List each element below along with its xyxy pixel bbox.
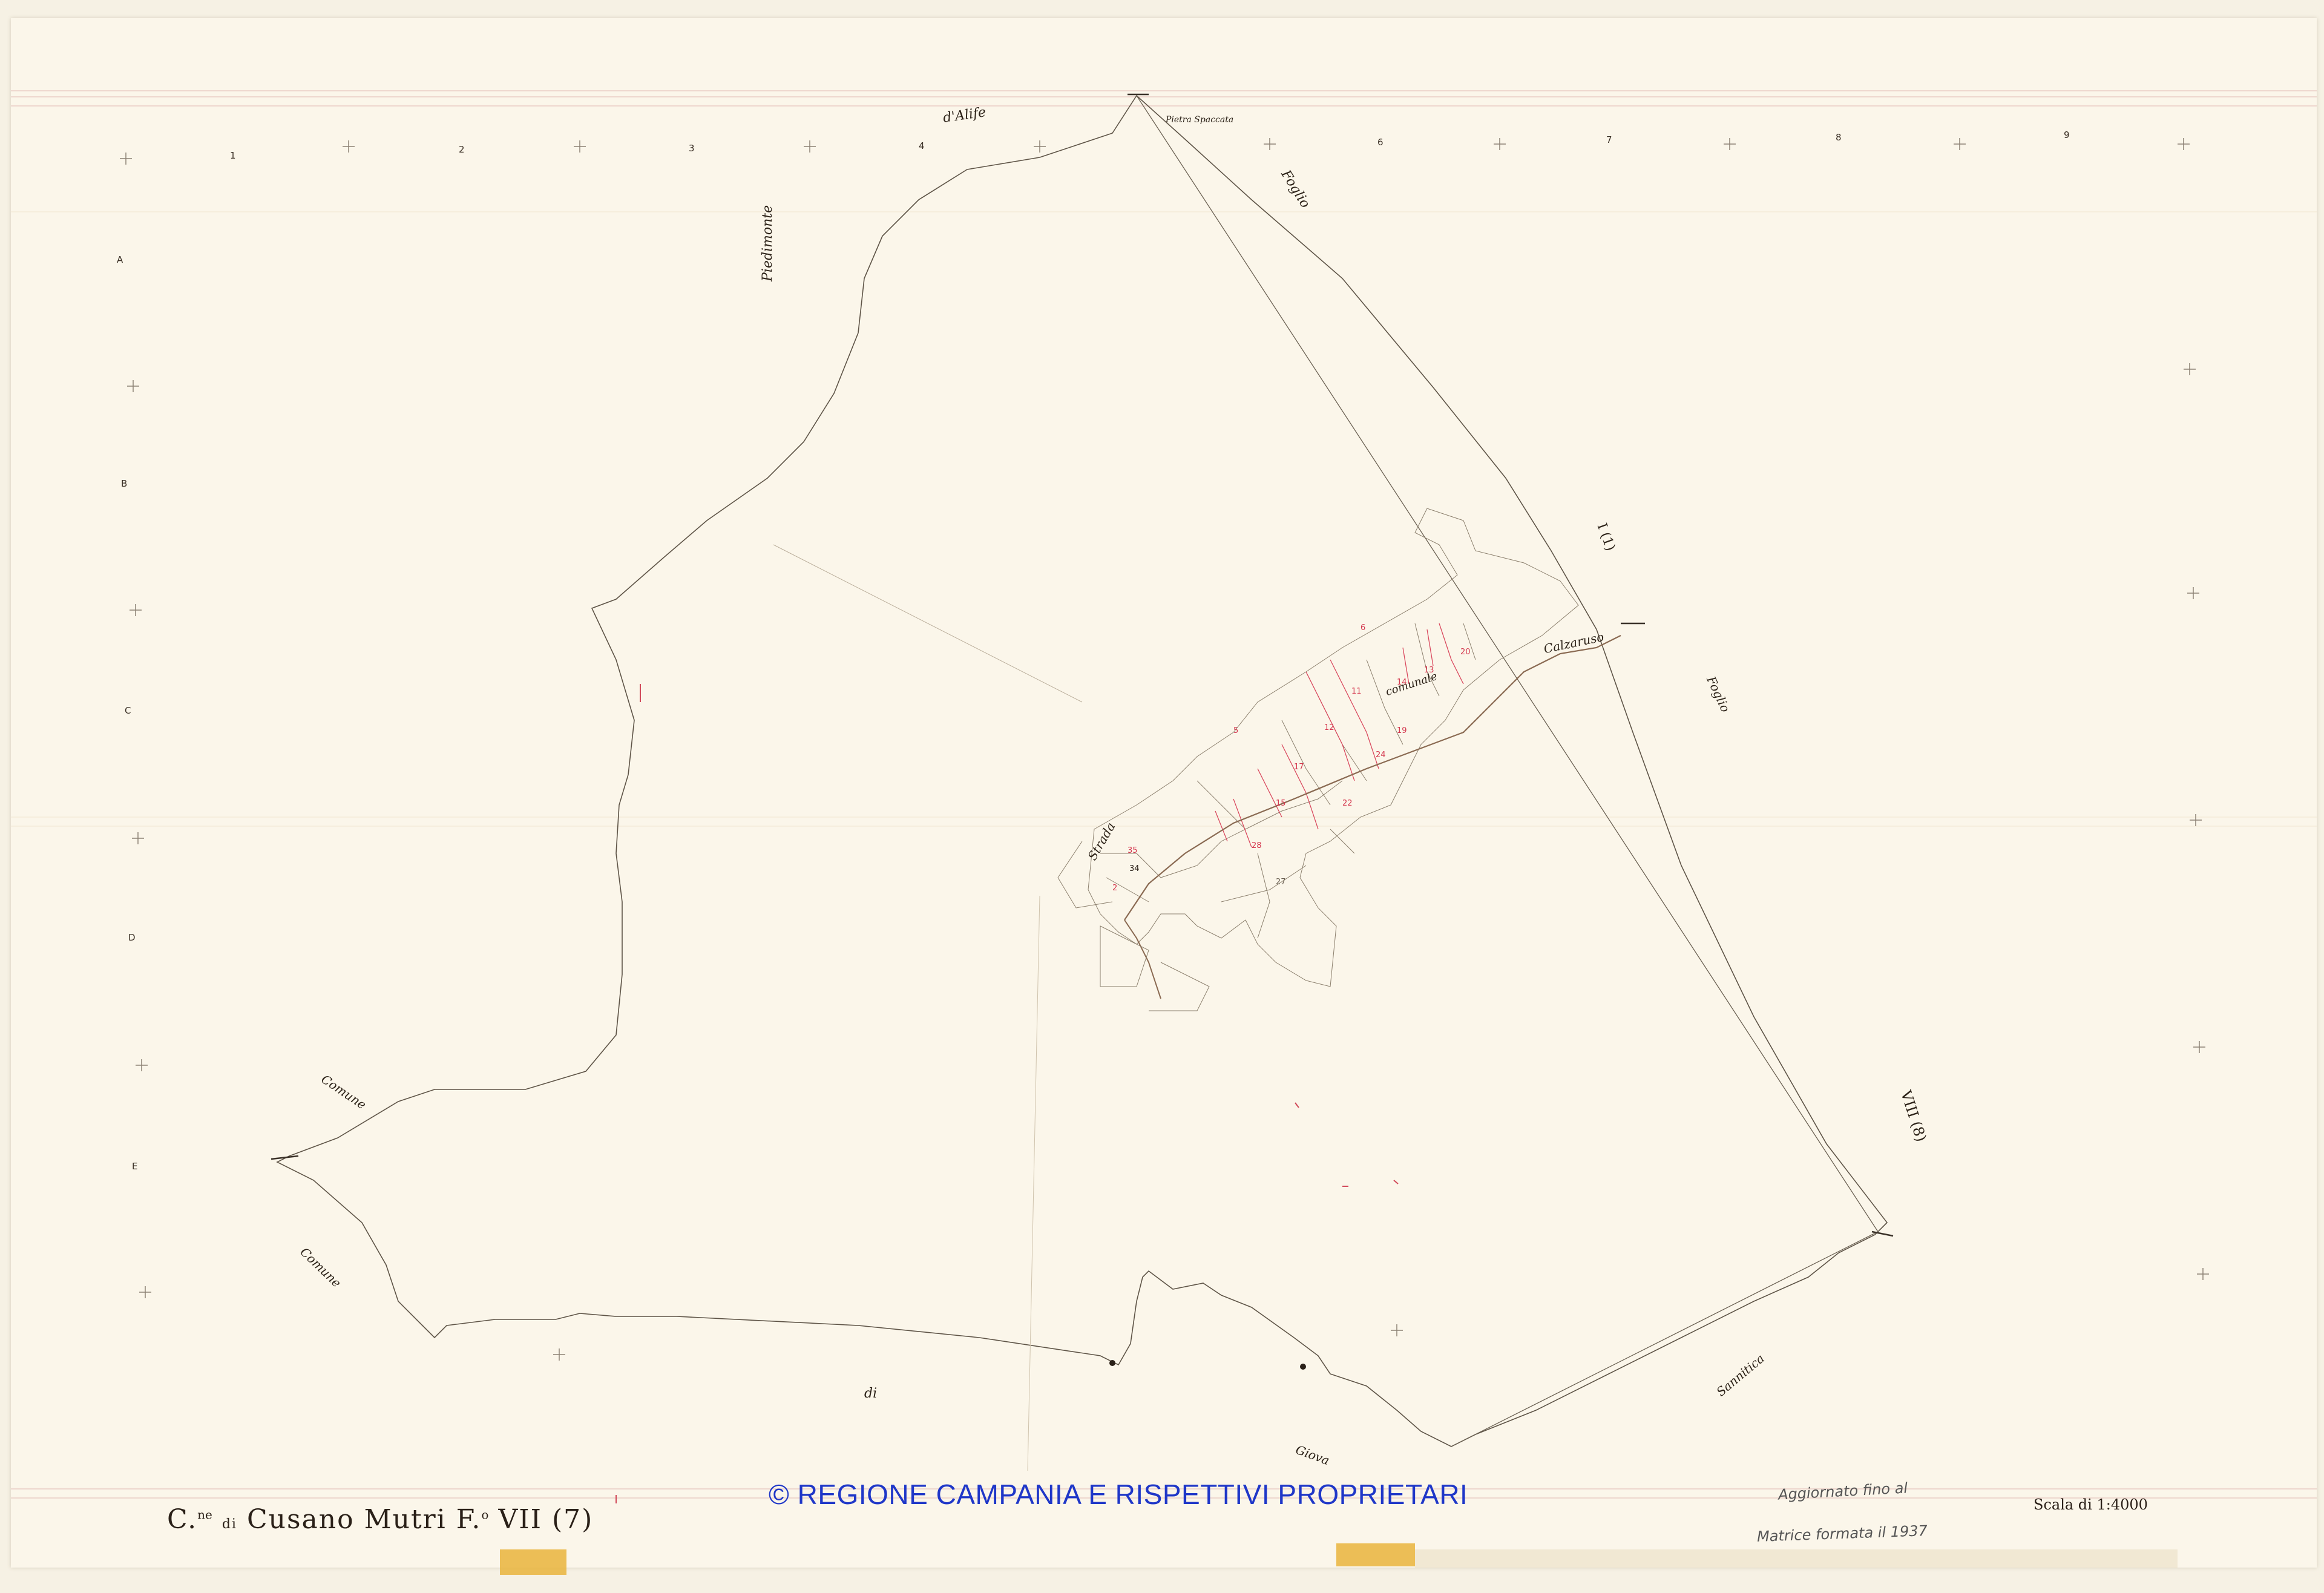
grid-row-e: E (132, 1161, 138, 1172)
grid-row-c: C (125, 705, 131, 716)
copyright-notice: © REGIONE CAMPANIA E RISPETTIVI PROPRIET… (769, 1479, 1468, 1510)
parcel-34: 34 (1129, 864, 1140, 873)
comunale-road (1124, 635, 1621, 921)
tape-strip (500, 1549, 566, 1575)
label-di: di (864, 1386, 878, 1401)
parcel-17: 17 (1294, 763, 1304, 772)
grid-col-8: 8 (1836, 132, 1842, 143)
scale-note: Scala di 1:4000 (2034, 1496, 2148, 1513)
title-prefix: C. (167, 1504, 198, 1535)
label-pietra-spaccata: Pietra Spaccata (1166, 115, 1234, 125)
tape-strip (1336, 1543, 1415, 1566)
parcel-14: 14 (1397, 678, 1407, 687)
grid-col-7: 7 (1606, 134, 1612, 145)
grid-col-1: 1 (230, 150, 236, 161)
parcel-24: 24 (1376, 751, 1386, 760)
grid-row-b: B (121, 478, 128, 489)
sheet-title: C.ne di Cusano Mutri F.o VII (7) (167, 1504, 593, 1535)
parcel-22: 22 (1342, 799, 1353, 808)
grid-col-3: 3 (689, 143, 695, 154)
cadastral-map-sheet: 1 2 3 4 6 7 8 9 A B C D E d'Alife Pietra… (11, 18, 2317, 1575)
parcel-27: 27 (1276, 878, 1286, 887)
grid-row-a: A (117, 254, 123, 265)
municipal-boundary (276, 94, 1888, 1447)
grid-col-2: 2 (459, 144, 465, 155)
parcel-12: 12 (1324, 723, 1334, 732)
parcel-20: 20 (1460, 648, 1471, 657)
grid-col-6: 6 (1377, 137, 1384, 148)
parcel-19: 19 (1397, 726, 1407, 735)
parcel-6: 6 (1361, 623, 1366, 632)
parcel-5: 5 (1233, 726, 1239, 735)
parcel-28: 28 (1252, 841, 1262, 850)
parcel-35: 35 (1128, 846, 1138, 855)
title-sheet-number: VII (7) (498, 1504, 594, 1535)
parcel-15: 15 (1276, 799, 1286, 808)
grid-col-9: 9 (2064, 130, 2070, 140)
grid-row-d: D (128, 932, 136, 943)
parcel-2: 2 (1112, 884, 1118, 893)
title-main: Cusano Mutri F. (246, 1504, 482, 1535)
grid-col-4: 4 (919, 140, 925, 151)
parcel-13: 13 (1424, 666, 1434, 675)
tape-strip (1415, 1549, 2178, 1568)
label-piedimonte: Piedimonte (760, 205, 775, 281)
title-sup: ne (197, 1507, 212, 1522)
title-sup2: o (481, 1507, 489, 1522)
parcel-11: 11 (1351, 687, 1362, 696)
title-di: di (222, 1517, 237, 1532)
map-drawing (11, 90, 2317, 1503)
